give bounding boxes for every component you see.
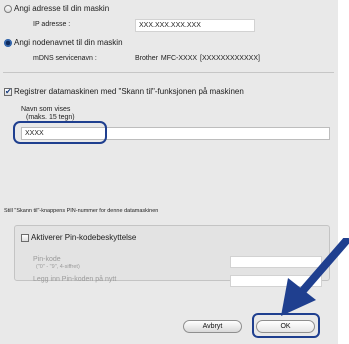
mdns-service-label: mDNS servicenavn : xyxy=(33,55,97,62)
pin-enable-label: Aktiverer Pin-kodebeskyttelse xyxy=(31,233,137,242)
nodename-option-label: Angi nodenavnet til din maskin xyxy=(14,38,123,47)
pin-reenter-label: Legg inn Pin-koden på nytt xyxy=(33,276,117,283)
address-radio[interactable] xyxy=(4,5,12,13)
address-option-label: Angi adresse til din maskin xyxy=(14,4,110,13)
register-label: Registrer datamaskinen med "Skann til"-f… xyxy=(14,87,244,96)
separator xyxy=(3,72,334,73)
ip-address-label: IP adresse : xyxy=(33,21,71,28)
display-name-hint: (maks. 15 tegn) xyxy=(26,114,75,121)
callout-arrow-icon xyxy=(281,238,349,316)
mdns-service-value: Brother MFC-XXXX [XXXXXXXXXXXX] xyxy=(135,55,260,62)
pin-section-label: Still "Skann til"-knappens PIN-nummer fo… xyxy=(4,208,159,214)
register-checkbox[interactable]: ✔ xyxy=(4,88,12,96)
pin-enable-checkbox[interactable] xyxy=(21,234,29,242)
pin-code-label: Pin-kode xyxy=(33,256,61,263)
pin-code-hint: ("0" - "9", 4-siffret) xyxy=(36,264,80,270)
cancel-button[interactable]: Avbryt xyxy=(183,320,242,333)
display-name-highlight xyxy=(13,121,107,144)
ip-address-field[interactable]: XXX.XXX.XXX.XXX xyxy=(135,19,255,32)
display-name-label: Navn som vises xyxy=(21,106,71,113)
nodename-radio[interactable] xyxy=(4,39,12,47)
